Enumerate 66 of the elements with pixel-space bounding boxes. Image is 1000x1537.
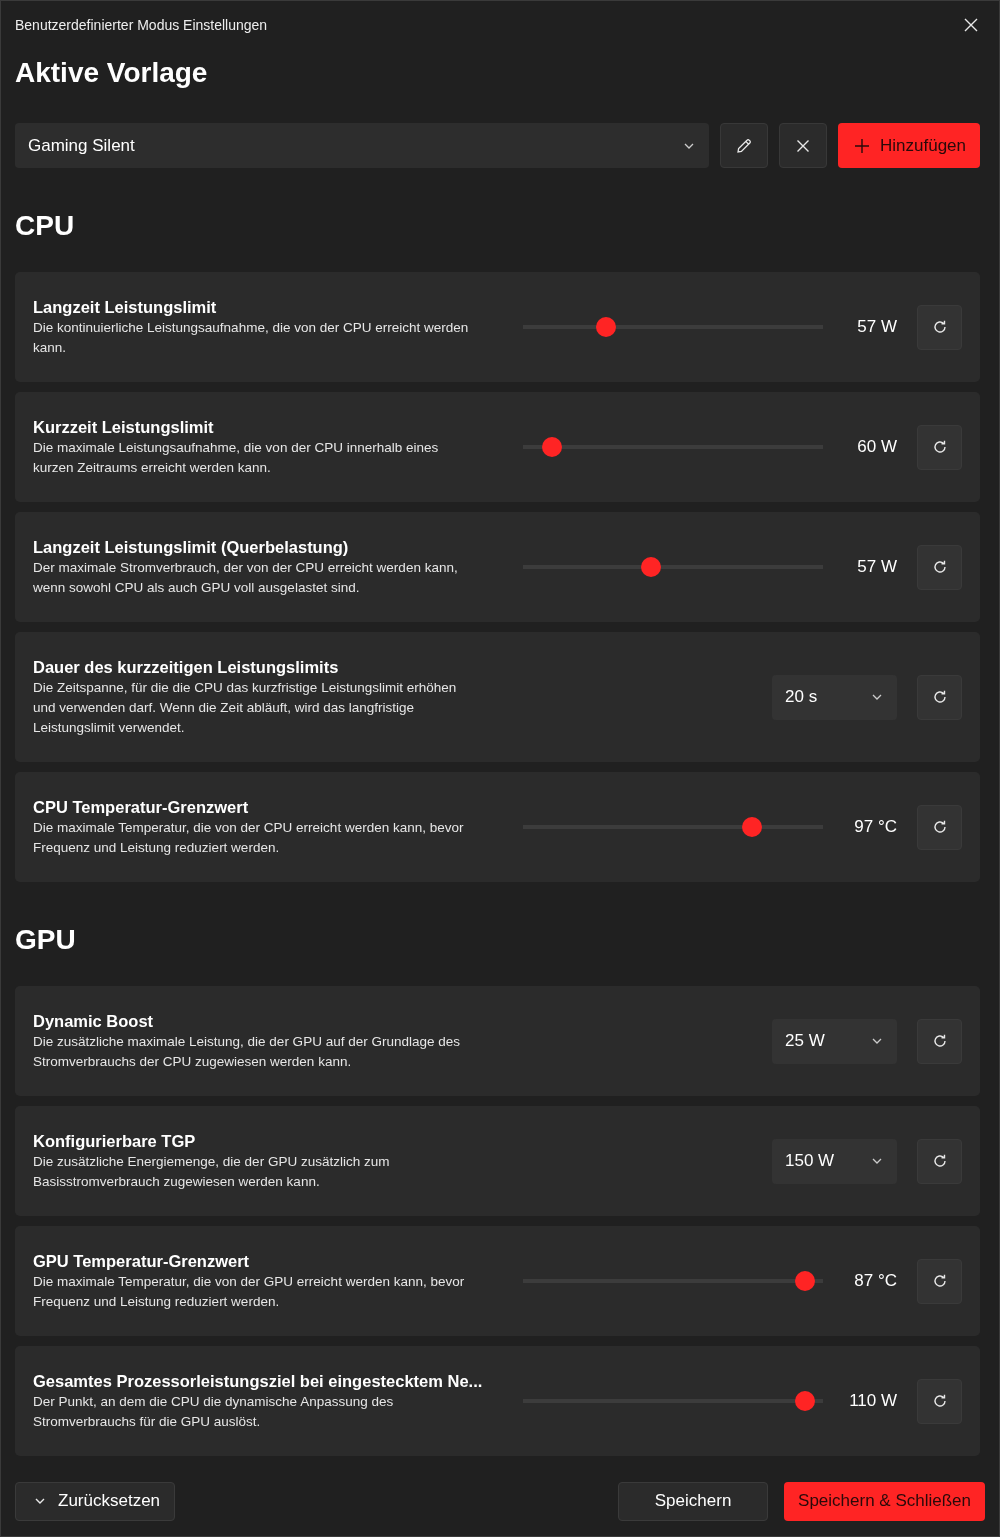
section-heading: CPU [15,209,76,243]
setting-value: 97 °C [853,817,897,837]
setting-title: Dauer des kurzzeitigen Leistungslimits [33,657,340,678]
slider-thumb[interactable] [742,817,763,837]
refresh-icon [931,1273,948,1289]
refresh-icon [931,319,948,335]
setting-description: Die maximale Temperatur, die von der GPU erreicht werden kann, bevor Frequenz und Leistung reduziert werden. [33,1273,466,1311]
value-dropdown[interactable]: 150 W [772,1138,897,1184]
reset-button[interactable] [917,1018,962,1064]
close-icon [795,137,811,154]
setting-description: Der maximale Stromverbrauch, der von der CPU erreicht werden kann, wenn sowohl CPU als auch GPU voll ausgelastet sind. [33,559,459,597]
save-close-button[interactable]: Speichern & Schließen [784,1481,985,1521]
setting-description: Die zusätzliche maximale Leistung, die der GPU auf der Grundlage des Stromverbrauchs der CPU zugewiesen werden kann. [33,1033,461,1071]
add-button[interactable]: Hinzufügen [838,123,980,168]
template-dropdown[interactable]: Gaming Silent [15,123,709,168]
setting-title: Langzeit Leistungslimit (Querbelastung) [33,537,350,558]
page-heading: Aktive Vorlage [15,56,209,90]
value-dropdown[interactable]: 25 W [772,1018,897,1064]
setting-value: 87 °C [853,1271,897,1291]
setting-title: Langzeit Leistungslimit [33,297,218,318]
reset-button[interactable] [917,1258,962,1304]
setting-description: Der Punkt, an dem die CPU die dynamische Anpassung des Stromverbrauchs für die GPU auslöst. [33,1393,395,1431]
reset-all-button[interactable]: Zurücksetzen [15,1481,176,1521]
setting-description: Die Zeitspanne, für die die CPU das kurzfristige Leistungslimit erhöhen und verwenden darf. Wenn die Zeit abläuft, wird das langfristige Leistungslimit verwendet. [33,679,458,737]
edit-button[interactable] [720,123,768,168]
setting-value: 60 W [856,437,897,457]
slider-thumb[interactable] [794,1391,815,1411]
setting-description: Die maximale Temperatur, die von der CPU erreicht werden kann, bevor Frequenz und Leistung reduziert werden. [33,819,465,857]
setting-title: Dynamic Boost [33,1011,155,1032]
setting-title: Kurzzeit Leistungslimit [33,417,215,438]
setting-title: Gesamtes Prozessorleistungsziel bei eingestecktem Ne... [33,1371,484,1392]
window-title: Benutzerdefinierter Modus Einstellungen [15,17,268,33]
reset-button[interactable] [917,674,962,720]
delete-button[interactable] [779,123,827,168]
value-dropdown[interactable]: 20 s [772,674,897,720]
refresh-icon [931,1153,948,1169]
reset-button[interactable] [917,544,962,590]
setting-description: Die zusätzliche Energiemenge, die der GPU zusätzlich zum Basisstromverbrauch zugewiesen werden kann. [33,1153,391,1191]
setting-value: 57 W [856,557,897,577]
close-icon [963,17,979,33]
pencil-icon [735,136,753,155]
refresh-icon [931,689,948,705]
setting-description: Die maximale Leistungsaufnahme, die von der CPU innerhalb eines kurzen Zeitraums erreicht werden kann. [33,439,440,477]
refresh-icon [931,439,948,455]
setting-title: CPU Temperatur-Grenzwert [33,797,250,818]
reset-button[interactable] [917,1138,962,1184]
reset-button[interactable] [917,424,962,470]
refresh-icon [931,1393,948,1409]
setting-title: Konfigurierbare TGP [33,1131,197,1152]
slider-thumb[interactable] [640,557,661,577]
refresh-icon [931,1033,948,1049]
plus-icon [854,137,870,154]
save-button[interactable]: Speichern [618,1481,769,1521]
reset-button[interactable] [917,1378,962,1424]
refresh-icon [931,559,948,575]
setting-value: 57 W [856,317,897,337]
section-heading: GPU [15,923,77,957]
refresh-icon [931,819,948,835]
slider-thumb[interactable] [595,317,616,337]
reset-button[interactable] [917,304,962,350]
reset-button[interactable] [917,804,962,850]
setting-value: 110 W [848,1391,897,1411]
slider-thumb[interactable] [541,437,562,457]
setting-description: Die kontinuierliche Leistungsaufnahme, die von der CPU erreicht werden kann. [33,319,470,357]
setting-title: GPU Temperatur-Grenzwert [33,1251,251,1272]
slider-thumb[interactable] [794,1271,815,1291]
